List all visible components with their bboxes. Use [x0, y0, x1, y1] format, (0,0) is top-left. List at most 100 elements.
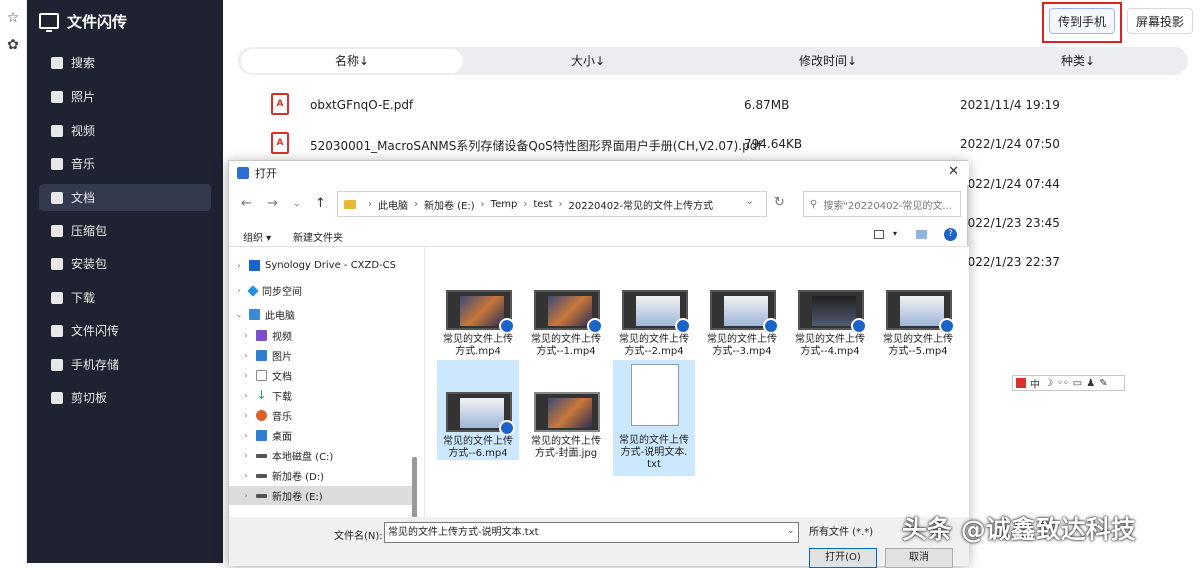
open-button[interactable]: 打开(O) — [809, 548, 877, 568]
thumb-label: txt — [647, 459, 661, 470]
breadcrumb-item[interactable]: 20220402-常见的文件上传方式 — [569, 197, 714, 212]
sidebar-item-packages[interactable]: 安装包 — [39, 250, 211, 277]
ime-mode[interactable]: 中 — [1030, 376, 1040, 391]
tree-item-sync-space[interactable]: › 同步空间 — [234, 281, 424, 300]
sidebar-item-phone-storage[interactable]: 手机存储 — [39, 351, 211, 378]
new-folder-button[interactable]: 新建文件夹 — [293, 229, 343, 244]
tree-item-label: 本地磁盘 (C:) — [272, 452, 334, 463]
thumb-label: 常见的文件上传 — [795, 334, 865, 345]
sidebar-item-videos[interactable]: 视频 — [39, 117, 211, 144]
file-thumb[interactable]: 常见的文件上传 方式--6.mp4 — [437, 360, 519, 460]
tree-item-drive-c[interactable]: › 本地磁盘 (C:) — [241, 446, 424, 465]
path-dropdown-icon[interactable]: ⌄ — [745, 194, 754, 207]
tree-item-label: 视频 — [272, 332, 292, 343]
sidebar-item-search[interactable]: 搜索 — [39, 49, 211, 76]
help-icon[interactable]: ? — [944, 228, 957, 241]
breadcrumb-item[interactable]: 此电脑 — [378, 197, 408, 212]
tree-item-desktop[interactable]: › 桌面 — [241, 426, 424, 445]
sidebar-item-label: 文件闪传 — [71, 324, 120, 338]
recent-dropdown-icon[interactable]: ⌄ — [293, 199, 301, 209]
preview-pane-icon[interactable] — [916, 230, 927, 239]
thumb-label: 方式--4.mp4 — [800, 346, 860, 357]
column-type[interactable]: 种类↓ — [978, 47, 1178, 75]
tree-item-music[interactable]: › 音乐 — [241, 406, 424, 425]
filename-input[interactable]: 常见的文件上传方式-说明文本.txt — [384, 522, 799, 543]
sidebar-item-photos[interactable]: 照片 — [39, 83, 211, 110]
document-icon — [256, 370, 267, 381]
file-thumb[interactable]: 常见的文件上传 方式--4.mp4 — [789, 284, 871, 384]
file-name: 52030001_MacroSANMS系列存储设备QoS特性图形界面用户手册(C… — [310, 139, 762, 153]
search-icon: ⚲ — [810, 198, 818, 210]
column-modified[interactable]: 修改时间↓ — [728, 47, 928, 75]
column-name[interactable]: 名称↓ — [241, 49, 463, 73]
sidebar-item-label: 下载 — [71, 291, 96, 305]
send-to-phone-button[interactable]: 传到手机 — [1049, 8, 1115, 34]
view-dropdown-icon[interactable]: ▾ — [893, 229, 897, 238]
sidebar-item-clipboard[interactable]: 剪切板 — [39, 384, 211, 411]
close-icon[interactable]: ✕ — [948, 164, 959, 179]
moon-icon[interactable]: ☽ — [1044, 378, 1053, 389]
tree-item-label: 文档 — [272, 372, 292, 383]
wrench-icon[interactable]: ✎ — [1099, 378, 1107, 389]
file-thumb[interactable]: 常见的文件上传 方式-封面.jpg — [525, 360, 607, 460]
screen-cast-button[interactable]: 屏幕投影 — [1127, 8, 1193, 34]
download-icon: ↓ — [256, 388, 267, 402]
thumb-label: 方式--5.mp4 — [888, 346, 948, 357]
breadcrumb-item[interactable]: test — [533, 199, 552, 210]
file-thumb[interactable]: 常见的文件上传 方式--5.mp4 — [877, 284, 959, 384]
tree-item-videos[interactable]: › 视频 — [241, 326, 424, 345]
breadcrumb-item[interactable]: 新加卷 (E:) — [424, 197, 475, 212]
sidebar-item-label: 手机存储 — [71, 358, 120, 372]
tree-item-downloads[interactable]: › ↓ 下载 — [241, 386, 424, 405]
tree-item-drive-d[interactable]: › 新加卷 (D:) — [241, 466, 424, 485]
file-thumb[interactable]: 常见的文件上传 方式--3.mp4 — [701, 284, 783, 384]
tree-item-drive-e[interactable]: › 新加卷 (E:) — [229, 486, 412, 505]
tree-item-documents[interactable]: › 文档 — [241, 366, 424, 385]
file-row[interactable]: A 52030001_MacroSANMS系列存储设备QoS特性图形界面用户手册… — [223, 126, 1200, 164]
refresh-icon[interactable]: ↻ — [774, 195, 785, 210]
tree-item-label: Synology Drive - CXZD-CS — [265, 260, 397, 271]
sidebar-item-label: 照片 — [71, 90, 96, 104]
breadcrumb-item[interactable]: Temp — [491, 199, 518, 210]
tree-item-this-pc[interactable]: ⌄ 此电脑 — [234, 305, 424, 324]
tree-item-pictures[interactable]: › 图片 — [241, 346, 424, 365]
file-thumb[interactable]: 常见的文件上传 方式-说明文本. txt — [613, 360, 695, 476]
organize-button[interactable]: 组织 ▾ — [243, 229, 271, 244]
sidebar-item-archives[interactable]: 压缩包 — [39, 217, 211, 244]
pdf-icon: A — [271, 132, 289, 154]
breadcrumb[interactable]: › 此电脑 › 新加卷 (E:) › Temp › test › 20220402-常见… — [337, 191, 767, 217]
filename-dropdown-icon[interactable]: ⌄ — [787, 526, 795, 536]
sidebar-item-label: 音乐 — [71, 157, 96, 171]
search-input[interactable]: ⚲ 搜索"20220402-常见的文... — [803, 191, 961, 217]
sidebar-item-documents[interactable]: 文档 — [39, 184, 211, 211]
thumb-label: 方式-说明文本. — [620, 447, 688, 458]
tree-scrollbar[interactable] — [412, 457, 417, 517]
command-bar: 组织 ▾ 新建文件夹 ▾ ? — [229, 223, 969, 247]
thumb-label: 常见的文件上传 — [531, 334, 601, 345]
sidebar-item-downloads[interactable]: 下载 — [39, 284, 211, 311]
sidebar-item-file-flash[interactable]: 文件闪传 — [39, 317, 211, 344]
thumb-label: 方式-封面.jpg — [534, 448, 598, 459]
tree-item-label: 新加卷 (E:) — [272, 492, 323, 503]
back-icon[interactable]: ← — [241, 196, 252, 211]
punctuation-icon[interactable]: ◦◦ — [1057, 378, 1069, 389]
up-icon[interactable]: ↑ — [315, 196, 326, 211]
settings-icon[interactable]: ✿ — [5, 37, 21, 53]
column-size[interactable]: 大小↓ — [488, 47, 688, 75]
sidebar-item-label: 剪切板 — [71, 391, 108, 405]
star-icon[interactable]: ☆ — [5, 10, 21, 26]
file-date: 2022/1/23 22:37 — [960, 255, 1060, 269]
user-icon[interactable]: ♟ — [1086, 378, 1095, 389]
address-row: ← → ⌄ ↑ › 此电脑 › 新加卷 (E:) › Temp › test › 202… — [229, 185, 969, 223]
view-icon[interactable] — [874, 230, 884, 239]
drive-icon — [256, 453, 267, 458]
cancel-button[interactable]: 取消 — [885, 548, 953, 568]
sidebar-item-label: 视频 — [71, 124, 96, 138]
tree-item-synology[interactable]: › Synology Drive - CXZD-CS — [234, 256, 424, 275]
file-row[interactable]: A obxtGFnqO-E.pdf 6.87MB 2021/11/4 19:19 — [223, 87, 1200, 125]
keyboard-icon[interactable]: ▭ — [1073, 378, 1082, 389]
forward-icon[interactable]: → — [267, 196, 278, 211]
thumb-label: 方式--3.mp4 — [712, 346, 772, 357]
ime-toolbar[interactable]: 中 ☽ ◦◦ ▭ ♟ ✎ — [1012, 375, 1125, 391]
sidebar-item-music[interactable]: 音乐 — [39, 150, 211, 177]
